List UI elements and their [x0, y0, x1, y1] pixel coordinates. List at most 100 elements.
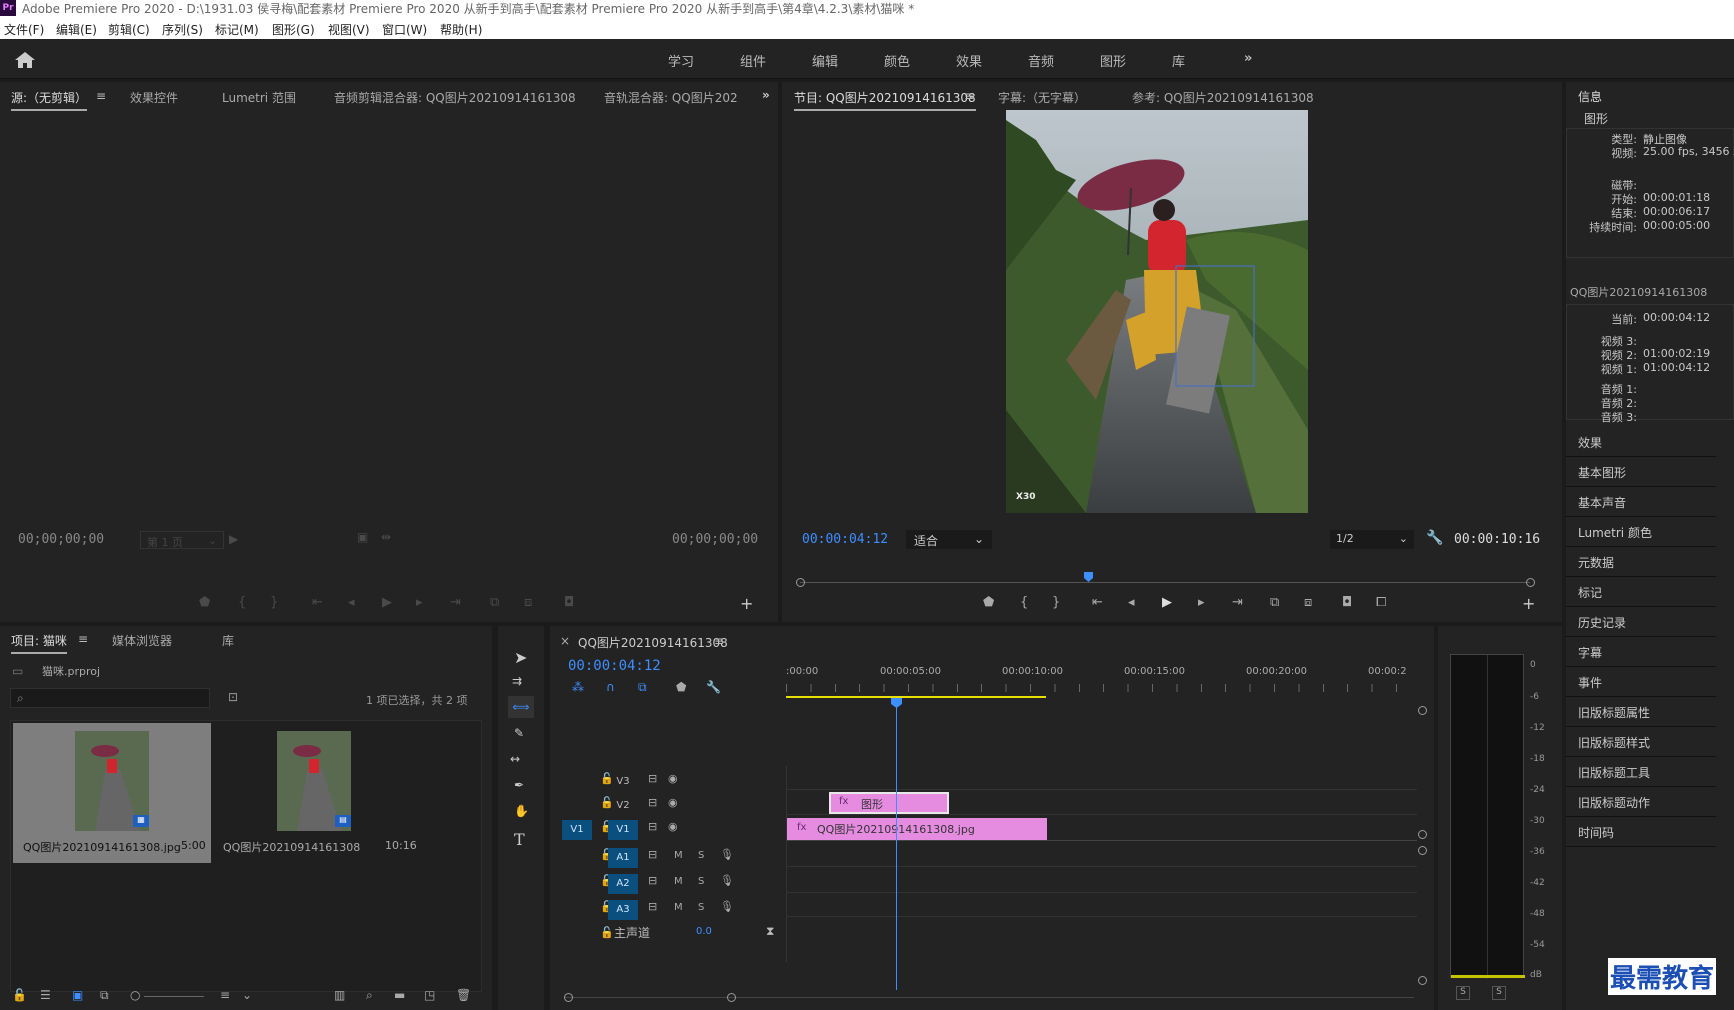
track-label-a2[interactable]: A2: [608, 874, 638, 894]
playhead-line[interactable]: [891, 698, 902, 990]
step-back-icon[interactable]: ◂: [1128, 595, 1135, 610]
sync-lock-icon[interactable]: ⊟: [648, 772, 657, 785]
workspace-graphics[interactable]: 图形: [1100, 51, 1126, 70]
hand-tool-icon[interactable]: ✋: [514, 804, 529, 818]
track-label-v3[interactable]: V3: [608, 772, 638, 792]
meter-solo-left-button[interactable]: S: [1456, 986, 1470, 1000]
find-icon[interactable]: ⌕: [366, 988, 373, 1003]
step-forward-icon[interactable]: ▸: [1198, 595, 1205, 610]
extract-icon[interactable]: ⧈: [1304, 595, 1312, 610]
source-timecode[interactable]: 00;00;00;00: [18, 532, 104, 547]
pen-tool-icon[interactable]: ✒: [514, 778, 524, 792]
step-back-icon[interactable]: ◂: [348, 595, 355, 610]
freeform-view-icon[interactable]: ⧉: [100, 988, 109, 1003]
add-marker-icon[interactable]: ⬟: [676, 680, 686, 694]
chevron-down-icon[interactable]: ⌄: [242, 988, 252, 1002]
project-item-image[interactable]: ▦ QQ图片20210914161308.jpg 5:00: [13, 723, 211, 863]
panel-legacy-title-actions[interactable]: 旧版标题动作: [1566, 788, 1716, 817]
horizontal-scrollbar[interactable]: [564, 992, 1414, 1004]
resolution-select[interactable]: 1/2 ⌄: [1330, 530, 1414, 549]
mute-button[interactable]: M: [674, 902, 683, 913]
panel-markers[interactable]: 标记: [1566, 578, 1716, 607]
panel-events[interactable]: 事件: [1566, 668, 1716, 697]
panel-menu-icon[interactable]: ≡: [964, 89, 974, 103]
go-to-end-icon[interactable]: ⧗: [766, 924, 774, 939]
menu-marker[interactable]: 标记(M): [215, 21, 259, 38]
workspace-effects[interactable]: 效果: [956, 51, 982, 70]
sync-lock-icon[interactable]: ⊟: [648, 900, 657, 913]
workspace-assembly[interactable]: 组件: [740, 51, 766, 70]
solo-button[interactable]: S: [698, 876, 704, 887]
close-icon[interactable]: ×: [560, 634, 570, 648]
program-scrub-bar[interactable]: [796, 572, 1536, 590]
program-playhead-timecode[interactable]: 00:00:04:12: [802, 532, 888, 547]
add-button-icon[interactable]: +: [740, 594, 753, 613]
panel-history[interactable]: 历史记录: [1566, 608, 1716, 637]
menu-file[interactable]: 文件(F): [4, 21, 44, 38]
automate-to-sequence-icon[interactable]: ▥: [334, 988, 345, 1002]
add-marker-icon[interactable]: ⬟: [983, 595, 994, 610]
icon-view-icon[interactable]: ▣: [72, 988, 83, 1002]
workspace-color[interactable]: 颜色: [884, 51, 910, 70]
project-search-input[interactable]: ⌕: [10, 688, 210, 708]
new-bin-icon[interactable]: ▬: [394, 988, 405, 1002]
mute-button[interactable]: M: [674, 850, 683, 861]
go-to-in-icon[interactable]: ⇤: [1092, 595, 1103, 610]
panel-legacy-title-tools[interactable]: 旧版标题工具: [1566, 758, 1716, 787]
sort-icon[interactable]: ≡: [220, 988, 230, 1002]
track-lock-icon[interactable]: 🔓: [600, 926, 614, 939]
zoom-slider-track[interactable]: [144, 996, 204, 997]
marker-icon[interactable]: ⬟: [199, 595, 210, 610]
comparison-view-icon[interactable]: ⧠: [1376, 595, 1386, 610]
panel-essential-graphics[interactable]: 基本图形: [1566, 458, 1716, 487]
workspace-editing[interactable]: 编辑: [812, 51, 838, 70]
snap-magnet-icon[interactable]: ∩: [606, 680, 615, 694]
menu-sequence[interactable]: 序列(S): [162, 21, 203, 38]
tab-audio-clip-mixer[interactable]: 音频剪辑混合器: QQ图片20210914161308: [334, 89, 576, 106]
clip-graphic[interactable]: fx 图形: [829, 792, 949, 814]
menu-edit[interactable]: 编辑(E): [56, 21, 97, 38]
zoom-slider-handle[interactable]: ○: [130, 988, 140, 1002]
playhead-handle[interactable]: [891, 698, 902, 708]
export-frame-icon[interactable]: ◘: [1342, 595, 1352, 610]
track-label-a1[interactable]: A1: [608, 848, 638, 868]
sync-lock-icon[interactable]: ⊟: [648, 820, 657, 833]
track-area[interactable]: fx 图形 fx QQ图片20210914161308.jpg: [786, 766, 1417, 962]
wrench-icon[interactable]: 🔧: [1426, 530, 1443, 546]
mark-out-icon[interactable]: }: [1052, 595, 1060, 610]
microphone-icon[interactable]: 🎙: [720, 900, 734, 913]
menu-window[interactable]: 窗口(W): [382, 21, 427, 38]
eye-icon[interactable]: ◉: [668, 796, 678, 809]
ripple-edit-tool-icon[interactable]: ⟺: [508, 696, 534, 718]
program-playhead[interactable]: [1084, 572, 1093, 582]
razor-tool-icon[interactable]: ✎: [514, 726, 524, 740]
workspace-learn[interactable]: 学习: [668, 51, 694, 70]
play-icon[interactable]: ▶: [1162, 595, 1172, 610]
panel-menu-icon[interactable]: ≡: [714, 634, 724, 648]
workspace-libraries[interactable]: 库: [1172, 51, 1185, 70]
new-item-icon[interactable]: ◳: [424, 988, 435, 1002]
menu-view[interactable]: 视图(V): [328, 21, 370, 38]
sync-lock-icon[interactable]: ⊟: [648, 848, 657, 861]
scrub-end-handle[interactable]: [1526, 578, 1535, 587]
mark-in-icon[interactable]: {: [238, 595, 246, 610]
clip-image[interactable]: fx QQ图片20210914161308.jpg: [787, 818, 1047, 840]
go-to-out-icon[interactable]: ⇥: [1232, 595, 1243, 610]
panel-metadata[interactable]: 元数据: [1566, 548, 1716, 577]
step-forward-icon[interactable]: ▸: [416, 595, 423, 610]
panel-lumetri-color[interactable]: Lumetri 颜色: [1566, 518, 1716, 547]
type-tool-icon[interactable]: T: [514, 830, 525, 849]
new-bin-from-search-icon[interactable]: ⊡: [228, 690, 238, 704]
menu-help[interactable]: 帮助(H): [440, 21, 482, 38]
tab-captions[interactable]: 字幕:（无字幕）: [998, 89, 1086, 106]
scrub-start-handle[interactable]: [796, 578, 805, 587]
source-patch-v1[interactable]: V1: [562, 820, 592, 840]
go-to-in-icon[interactable]: ⇤: [312, 595, 323, 610]
play-icon[interactable]: ▶: [382, 595, 392, 610]
lock-icon[interactable]: 🔓: [12, 988, 27, 1002]
camera-icon[interactable]: ◘: [564, 595, 574, 610]
overwrite-icon[interactable]: ⧈: [524, 595, 532, 610]
track-label-v2[interactable]: V2: [608, 796, 638, 816]
slip-tool-icon[interactable]: ↔: [510, 752, 520, 766]
tab-audio-track-mixer[interactable]: 音轨混合器: QQ图片202: [604, 89, 738, 106]
